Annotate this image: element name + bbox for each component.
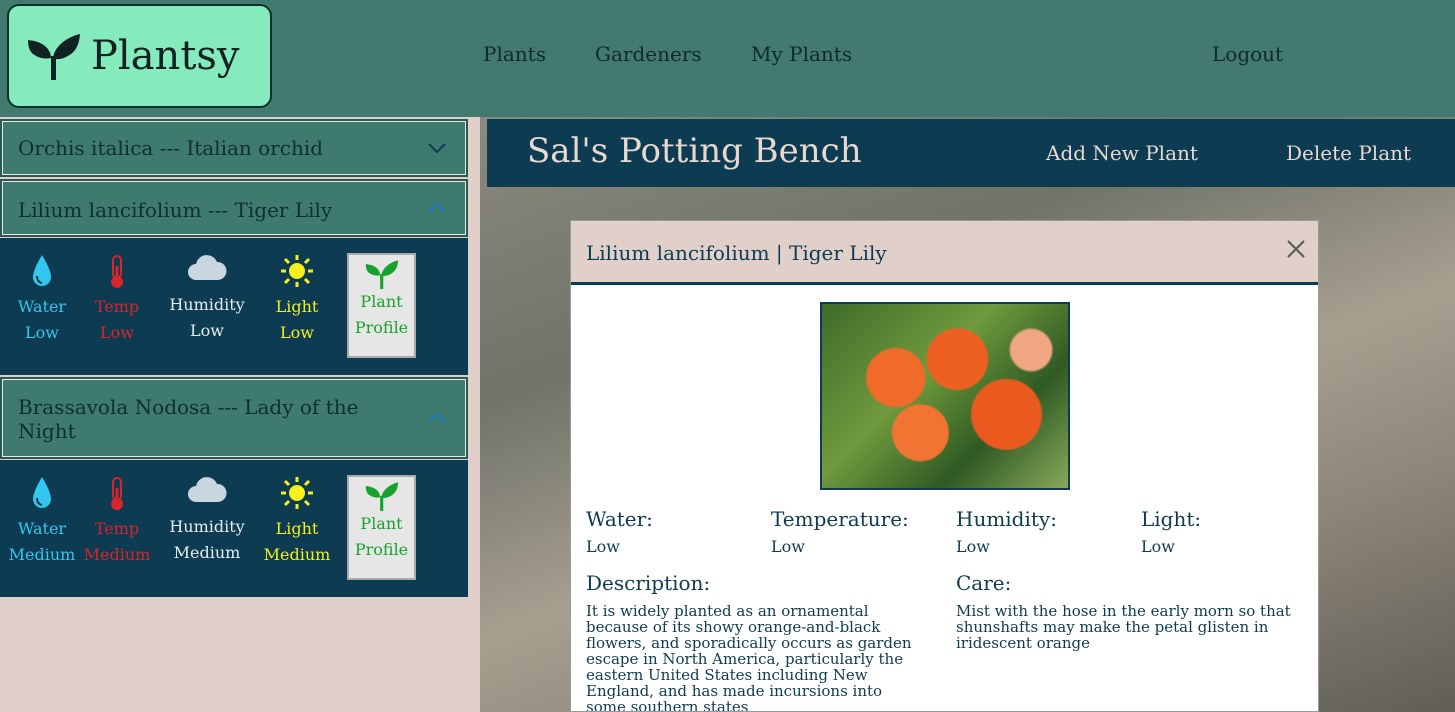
temperature-value: Low xyxy=(771,537,805,556)
plant-photo xyxy=(820,302,1070,490)
chevron-up-icon xyxy=(428,413,446,423)
sun-icon xyxy=(281,477,313,509)
accordion-title: Orchis italica --- Italian orchid xyxy=(18,136,324,160)
care-label: Care: xyxy=(956,571,1012,595)
light-label: Light: xyxy=(1141,507,1202,531)
thermometer-icon xyxy=(111,255,123,288)
cloud-icon xyxy=(188,477,227,502)
plant-profile-button[interactable]: Plant Profile xyxy=(347,475,416,580)
accordion-body-brassavola: Water Medium Temp Medium Humidity Medium… xyxy=(0,460,468,597)
care-text: Mist with the hose in the early morn so … xyxy=(956,602,1291,652)
light-stat: Light Medium xyxy=(257,476,337,568)
plant-profile-modal: Lilium lancifolium | Tiger Lily Water: L… xyxy=(570,220,1319,712)
nav-logout[interactable]: Logout xyxy=(1212,42,1283,66)
sun-icon xyxy=(281,255,313,287)
delete-plant-button[interactable]: Delete Plant xyxy=(1286,141,1411,165)
accordion-brassavola-nodosa[interactable]: Brassavola Nodosa --- Lady of the Night xyxy=(0,377,468,459)
sprout-icon xyxy=(28,34,80,80)
water-label: Water: xyxy=(586,507,653,531)
water-drop-icon xyxy=(33,477,51,508)
temperature-label: Temperature: xyxy=(771,507,909,531)
plant-sidebar: Orchis italica --- Italian orchid Lilium… xyxy=(0,117,470,712)
close-icon[interactable] xyxy=(1286,239,1306,259)
chevron-down-icon xyxy=(428,143,446,153)
humidity-label: Humidity: xyxy=(956,507,1057,531)
sprout-icon xyxy=(365,260,398,289)
temp-stat: Temp Medium xyxy=(77,476,157,568)
cloud-icon xyxy=(188,255,227,280)
nav-gardeners[interactable]: Gardeners xyxy=(595,42,702,66)
nav-my-plants[interactable]: My Plants xyxy=(751,42,852,66)
modal-title: Lilium lancifolium | Tiger Lily xyxy=(586,241,887,265)
bench-header: Sal's Potting Bench Add New Plant Delete… xyxy=(487,119,1455,187)
water-stat: Water Medium xyxy=(2,476,82,568)
light-stat: Light Low xyxy=(257,254,337,346)
temp-stat: Temp Low xyxy=(77,254,157,346)
brand-name: Plantsy xyxy=(91,33,240,79)
accordion-title: Lilium lancifolium --- Tiger Lily xyxy=(18,198,333,222)
light-value: Low xyxy=(1141,537,1175,556)
water-value: Low xyxy=(586,537,620,556)
thermometer-icon xyxy=(111,477,123,510)
accordion-lilium-lancifolium[interactable]: Lilium lancifolium --- Tiger Lily xyxy=(0,179,468,237)
nav-plants[interactable]: Plants xyxy=(483,42,546,66)
page-title: Sal's Potting Bench xyxy=(527,131,862,171)
humidity-stat: Humidity Medium xyxy=(167,474,247,566)
accordion-body-lilium: Water Low Temp Low Humidity Low Light Lo… xyxy=(0,238,468,375)
description-text: It is widely planted as an ornamental be… xyxy=(586,602,912,712)
add-new-plant-button[interactable]: Add New Plant xyxy=(1046,141,1198,165)
accordion-orchis-italica[interactable]: Orchis italica --- Italian orchid xyxy=(0,119,468,177)
accordion-title: Brassavola Nodosa --- Lady of the Night xyxy=(18,395,359,443)
brand-logo[interactable]: Plantsy xyxy=(7,4,272,108)
water-stat: Water Low xyxy=(2,254,82,346)
plant-profile-button[interactable]: Plant Profile xyxy=(347,253,416,358)
description-label: Description: xyxy=(586,571,711,595)
top-navbar: Plantsy Plants Gardeners My Plants Logou… xyxy=(0,0,1455,117)
humidity-stat: Humidity Low xyxy=(167,252,247,344)
sprout-icon xyxy=(365,482,398,511)
modal-header: Lilium lancifolium | Tiger Lily xyxy=(571,221,1318,285)
chevron-up-icon xyxy=(428,203,446,213)
water-drop-icon xyxy=(33,255,51,286)
humidity-value: Low xyxy=(956,537,990,556)
